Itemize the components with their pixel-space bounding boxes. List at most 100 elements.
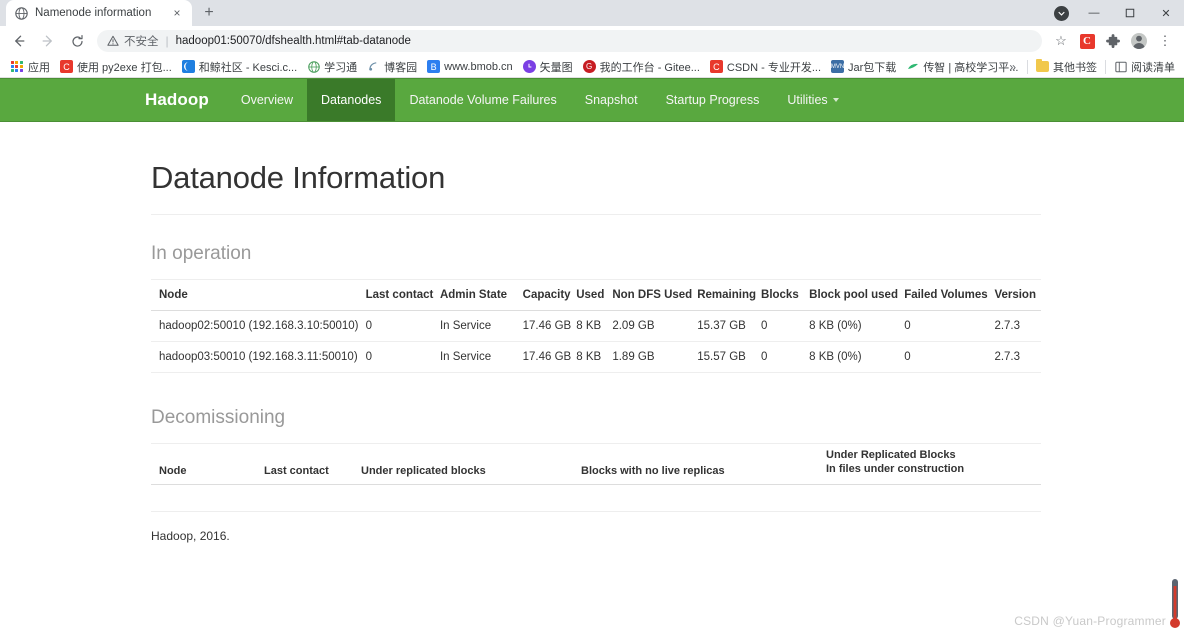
decom-col-node[interactable]: Node bbox=[151, 444, 264, 485]
bookmark-apps[interactable]: 应用 bbox=[6, 58, 55, 76]
col-last-contact[interactable]: Last contact bbox=[365, 280, 440, 311]
table-header-row: Node Last contact Admin State Capacity U… bbox=[151, 280, 1041, 311]
bookmark-label: 学习通 bbox=[324, 61, 358, 74]
site-icon-csdn-2: C bbox=[709, 60, 723, 73]
bookmarks-overflow-icon[interactable]: » bbox=[1001, 60, 1024, 74]
bookmark-item[interactable]: C CSDN - 专业开发... bbox=[705, 58, 826, 76]
decom-header-row: Node Last contact Under replicated block… bbox=[151, 444, 1041, 485]
bookmark-label: 和鲸社区 - Kesci.c... bbox=[198, 61, 298, 74]
close-icon[interactable]: × bbox=[170, 6, 184, 20]
bookmark-item[interactable]: C 使用 py2exe 打包... bbox=[55, 58, 177, 76]
bookmark-item[interactable]: 和鲸社区 - Kesci.c... bbox=[177, 58, 302, 76]
forward-icon[interactable] bbox=[35, 28, 61, 54]
cell-non-dfs-used: 1.89 GB bbox=[612, 341, 698, 373]
address-bar[interactable]: 不安全 | hadoop01:50070/dfshealth.html#tab-… bbox=[97, 30, 1042, 52]
decom-table-header: Node Last contact Under replicated block… bbox=[151, 444, 1041, 485]
thermometer-cursor-icon bbox=[1168, 578, 1182, 630]
toolbar-icon-group: ☆ C ⋮ bbox=[1048, 28, 1178, 54]
page-container: Datanode Information In operation Node L… bbox=[151, 122, 1041, 543]
reading-list-button[interactable]: 阅读清单 bbox=[1109, 58, 1180, 76]
col-blocks[interactable]: Blocks bbox=[761, 280, 810, 311]
bookmark-item[interactable]: 矢量图 bbox=[518, 58, 578, 76]
table-row[interactable]: hadoop03:50010 (192.168.3.11:50010) 0 In… bbox=[151, 341, 1041, 373]
cell-node[interactable]: hadoop03:50010 (192.168.3.11:50010) bbox=[151, 341, 366, 373]
nav-item-overview[interactable]: Overview bbox=[227, 79, 307, 121]
reload-icon[interactable] bbox=[64, 28, 90, 54]
cell-capacity: 17.46 GB bbox=[522, 341, 577, 373]
bookmark-label: 使用 py2exe 打包... bbox=[77, 61, 172, 74]
cell-failed-volumes: 0 bbox=[904, 341, 995, 373]
col-used[interactable]: Used bbox=[576, 280, 613, 311]
nav-item-startup-progress[interactable]: Startup Progress bbox=[652, 79, 774, 121]
nav-item-datanodes[interactable]: Datanodes bbox=[306, 79, 396, 121]
nav-item-utilities[interactable]: Utilities bbox=[773, 79, 852, 121]
hadoop-brand[interactable]: Hadoop bbox=[145, 79, 227, 121]
col-non-dfs-used[interactable]: Non DFS Used bbox=[612, 280, 698, 311]
bookmark-item[interactable]: 学习通 bbox=[302, 58, 362, 76]
col-remaining[interactable]: Remaining bbox=[697, 280, 762, 311]
bookmark-item[interactable]: B www.bmob.cn bbox=[422, 58, 517, 76]
col-block-pool-used[interactable]: Block pool used bbox=[809, 280, 905, 311]
navbar-inner: Hadoop Overview Datanodes Datanode Volum… bbox=[145, 79, 853, 121]
cell-blocks: 0 bbox=[761, 310, 810, 342]
csdn-extension-icon[interactable]: C bbox=[1074, 28, 1100, 54]
csdn-extension-label: C bbox=[1079, 33, 1095, 49]
decom-col-under-replicated-blocks[interactable]: Under replicated blocks bbox=[361, 444, 581, 485]
browser-menu-icon[interactable]: ⋮ bbox=[1152, 28, 1178, 54]
bookmark-item[interactable]: G 我的工作台 - Gitee... bbox=[578, 58, 705, 76]
cell-version: 2.7.3 bbox=[994, 310, 1041, 342]
browser-toolbar: 不安全 | hadoop01:50070/dfshealth.html#tab-… bbox=[0, 26, 1184, 56]
table-row[interactable]: hadoop02:50010 (192.168.3.10:50010) 0 In… bbox=[151, 310, 1041, 342]
bookmark-star-icon[interactable]: ☆ bbox=[1048, 28, 1074, 54]
bookmark-other-folder[interactable]: 其他书签 bbox=[1031, 58, 1102, 76]
extensions-puzzle-icon[interactable] bbox=[1100, 28, 1126, 54]
col-capacity[interactable]: Capacity bbox=[522, 280, 577, 311]
col-admin-state[interactable]: Admin State bbox=[439, 280, 523, 311]
cell-last-contact: 0 bbox=[365, 341, 440, 373]
hadoop-navbar: Hadoop Overview Datanodes Datanode Volum… bbox=[0, 78, 1184, 122]
bookmark-item[interactable]: 博客园 bbox=[362, 58, 422, 76]
cell-block-pool-used: 8 KB (0%) bbox=[809, 341, 905, 373]
cell-block-pool-used: 8 KB (0%) bbox=[809, 310, 905, 342]
other-bookmarks-label: 其他书签 bbox=[1053, 61, 1097, 74]
page-title: Datanode Information bbox=[151, 160, 446, 195]
bookmark-label: Jar包下载 bbox=[848, 61, 897, 74]
site-icon-globe bbox=[307, 60, 320, 73]
col-version[interactable]: Version bbox=[994, 280, 1041, 311]
section-title-in-operation: In operation bbox=[151, 243, 252, 264]
nav-item-datanode-volume-failures[interactable]: Datanode Volume Failures bbox=[395, 79, 570, 121]
security-status-label: 不安全 bbox=[124, 36, 159, 48]
cell-node[interactable]: hadoop02:50010 (192.168.3.10:50010) bbox=[151, 310, 366, 342]
page-footer: Hadoop, 2016. bbox=[151, 528, 230, 543]
nav-item-snapshot[interactable]: Snapshot bbox=[571, 79, 652, 121]
window-close-icon[interactable]: ✕ bbox=[1148, 0, 1184, 26]
bookmark-item[interactable]: MVN Jar包下载 bbox=[826, 58, 901, 76]
back-icon[interactable] bbox=[6, 28, 32, 54]
bookmarks-bar: 应用 C 使用 py2exe 打包... 和鲸社区 - Kesci.c... 学… bbox=[0, 56, 1184, 78]
reading-list-icon bbox=[1114, 60, 1127, 73]
folder-icon bbox=[1036, 59, 1049, 72]
new-tab-button[interactable]: + bbox=[196, 0, 222, 26]
site-icon-czxy bbox=[906, 60, 919, 73]
minimize-icon[interactable]: — bbox=[1076, 0, 1112, 26]
browser-chrome: Namenode information × + — ✕ 不安全 | hadoo… bbox=[0, 0, 1184, 78]
decom-col-under-replicated-in-files[interactable]: Under Replicated Blocks In files under c… bbox=[826, 444, 1041, 485]
section-title-decommissioning: Decomissioning bbox=[151, 407, 286, 428]
cell-remaining: 15.57 GB bbox=[697, 341, 762, 373]
window-menu-button[interactable] bbox=[1046, 0, 1076, 26]
tab-strip: Namenode information × + — ✕ bbox=[0, 0, 1184, 26]
cell-admin-state: In Service bbox=[439, 310, 523, 342]
site-icon-gitee: G bbox=[582, 60, 596, 73]
warning-triangle-icon bbox=[107, 35, 119, 47]
decom-col-blocks-no-live-replicas[interactable]: Blocks with no live replicas bbox=[581, 444, 826, 485]
globe-icon bbox=[14, 6, 28, 20]
col-node[interactable]: Node bbox=[151, 280, 366, 311]
browser-tab[interactable]: Namenode information × bbox=[6, 0, 192, 26]
profile-avatar[interactable] bbox=[1126, 28, 1152, 54]
maximize-icon[interactable] bbox=[1112, 0, 1148, 26]
cell-version: 2.7.3 bbox=[994, 341, 1041, 373]
decom-col-last-contact[interactable]: Last contact bbox=[264, 444, 361, 485]
col-failed-volumes[interactable]: Failed Volumes bbox=[904, 280, 995, 311]
site-icon-jar: MVN bbox=[831, 60, 844, 73]
chevron-down-icon bbox=[832, 98, 839, 102]
